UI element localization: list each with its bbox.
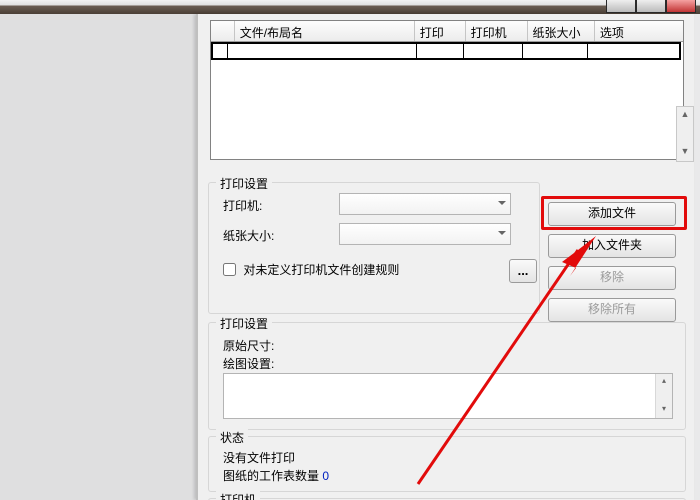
window-title-bar	[0, 0, 700, 15]
printer-group-title: 打印机	[216, 491, 260, 500]
file-list-table[interactable]: 文件/布局名 打印 打印机 纸张大小 选项	[210, 20, 684, 160]
table-header-options[interactable]: 选项	[595, 21, 683, 41]
create-rule-checkbox-label: 对未定义打印机文件创建规则	[243, 263, 399, 277]
window-close-button[interactable]	[666, 0, 696, 13]
printer-combo[interactable]	[339, 193, 511, 215]
table-header-row: 文件/布局名 打印 打印机 纸张大小 选项	[211, 21, 683, 42]
table-row[interactable]	[211, 42, 681, 60]
paper-size-combo[interactable]	[339, 223, 511, 245]
table-body[interactable]	[211, 42, 683, 158]
table-header-file[interactable]: 文件/布局名	[235, 21, 415, 41]
window-minimize-button[interactable]	[606, 0, 636, 13]
table-header-print[interactable]: 打印	[415, 21, 466, 41]
status-group: 状态 没有文件打印 图纸的工作表数量 0	[208, 436, 686, 492]
window-maximize-button[interactable]	[636, 0, 666, 13]
remove-button[interactable]: 移除	[548, 266, 676, 290]
left-panel	[0, 14, 196, 500]
create-rule-checkbox[interactable]: 对未定义打印机文件创建规则	[223, 261, 399, 278]
plot-settings-display: ▴ ▾	[223, 373, 673, 419]
add-folder-button[interactable]: 加入文件夹	[548, 234, 676, 258]
table-header-blank	[211, 21, 235, 41]
table-vertical-scrollbar[interactable]: ▲ ▼	[676, 106, 694, 162]
plot-settings-label: 绘图设置:	[223, 355, 274, 372]
table-header-printer[interactable]: 打印机	[466, 21, 528, 41]
status-sheet-count: 图纸的工作表数量 0	[223, 467, 329, 484]
status-sheet-count-label: 图纸的工作表数量	[223, 469, 322, 483]
scroll-down-icon[interactable]: ▼	[677, 144, 693, 159]
scroll-up-icon[interactable]: ▴	[656, 374, 672, 388]
print-info-group: 打印设置 原始尺寸: 绘图设置: ▴ ▾	[208, 322, 686, 430]
scroll-down-icon[interactable]: ▾	[656, 402, 672, 416]
status-sheet-count-value: 0	[322, 469, 329, 483]
info-vertical-scrollbar[interactable]: ▴ ▾	[655, 374, 672, 418]
original-size-label: 原始尺寸:	[223, 337, 274, 354]
main-panel: 文件/布局名 打印 打印机 纸张大小 选项 ▲	[196, 14, 694, 500]
printer-label: 打印机:	[223, 197, 262, 214]
status-no-files: 没有文件打印	[223, 449, 295, 466]
scroll-up-icon[interactable]: ▲	[677, 107, 693, 122]
paper-size-label: 纸张大小:	[223, 227, 274, 244]
status-title: 状态	[216, 429, 248, 446]
print-settings-title: 打印设置	[216, 175, 272, 192]
remove-all-button[interactable]: 移除所有	[548, 298, 676, 322]
table-header-paper[interactable]: 纸张大小	[528, 21, 595, 41]
print-info-title: 打印设置	[216, 315, 272, 332]
print-settings-group: 打印设置 打印机: 纸张大小: 对未定义打印机文件创建规则 ...	[208, 182, 540, 314]
add-file-button[interactable]: 添加文件	[548, 202, 676, 226]
more-rules-button[interactable]: ...	[509, 259, 537, 283]
create-rule-checkbox-input[interactable]	[223, 263, 236, 276]
